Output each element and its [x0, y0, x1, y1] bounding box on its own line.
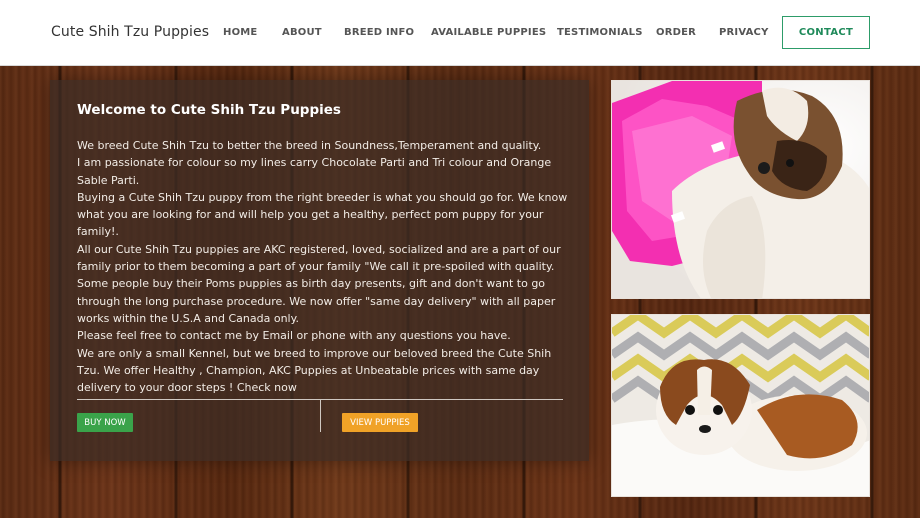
nav-home[interactable]: HOME — [223, 27, 257, 38]
divider-vertical — [320, 399, 321, 432]
paragraph-2: I am passionate for colour so my lines c… — [77, 156, 552, 187]
paragraph-1: We breed Cute Shih Tzu to better the bre… — [77, 139, 542, 152]
nav-order[interactable]: ORDER — [656, 27, 696, 38]
buy-now-button[interactable]: BUY NOW — [77, 413, 133, 432]
page-title: Welcome to Cute Shih Tzu Puppies — [77, 102, 341, 118]
puppy-photo-chevron — [611, 314, 870, 497]
welcome-panel: Welcome to Cute Shih Tzu Puppies We bree… — [50, 80, 589, 461]
paragraph-5: Some people buy their Poms puppies as bi… — [77, 277, 556, 325]
paragraph-6: Please feel free to contact me by Email … — [77, 329, 511, 343]
view-puppies-button[interactable]: VIEW PUPPIES — [342, 413, 418, 432]
paragraph-4: All our Cute Shih Tzu puppies are AKC re… — [77, 242, 561, 274]
nav-breed-info[interactable]: BREED INFO — [344, 27, 414, 38]
welcome-text: We breed Cute Shih Tzu to better the bre… — [77, 137, 572, 396]
paragraph-7: We are only a small Kennel, but we breed… — [77, 346, 552, 395]
paragraph-3: Buying a Cute Shih Tzu puppy from the ri… — [77, 190, 568, 239]
contact-button[interactable]: CONTACT — [782, 16, 870, 49]
nav-about[interactable]: ABOUT — [282, 27, 322, 38]
puppy-image-1 — [612, 81, 869, 298]
site-header: Cute Shih Tzu Puppies HOME ABOUT BREED I… — [0, 0, 920, 66]
nav-privacy[interactable]: PRIVACY — [719, 27, 769, 38]
site-logo-text[interactable]: Cute Shih Tzu Puppies — [51, 24, 209, 40]
nav-testimonials[interactable]: TESTIMONIALS — [557, 27, 643, 38]
puppy-image-2 — [612, 315, 869, 496]
nav-available-puppies[interactable]: AVAILABLE PUPPIES — [431, 27, 546, 38]
puppy-photo-pink-tutu — [611, 80, 870, 299]
